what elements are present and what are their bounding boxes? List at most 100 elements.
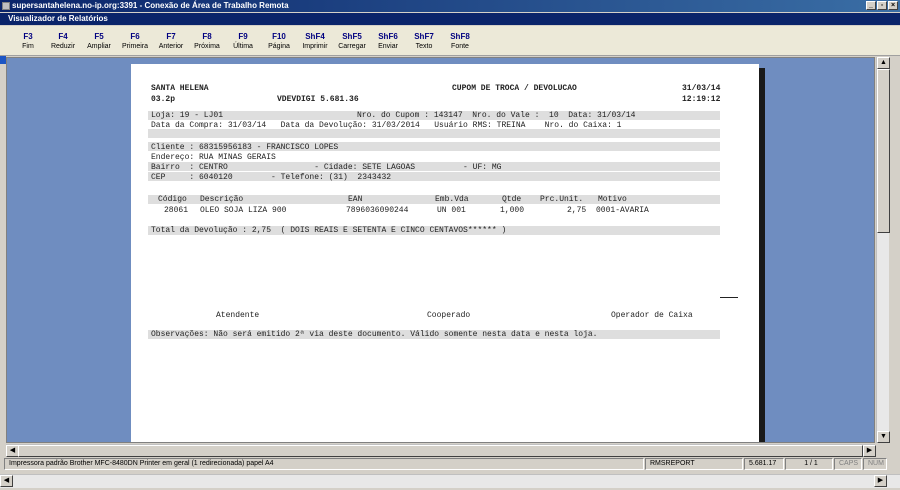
toolbar-label: Carregar xyxy=(338,43,366,50)
scroll-down-arrow-icon[interactable]: ▼ xyxy=(877,431,890,443)
toolbar-key: F7 xyxy=(166,32,176,41)
toolbar-button-imprimir[interactable]: ShF4 Imprimir xyxy=(297,29,333,55)
close-button[interactable]: × xyxy=(888,1,898,10)
report-system: VDEVDIGI 5.681.36 xyxy=(277,95,359,104)
restore-button[interactable]: ▫ xyxy=(877,1,887,10)
items-header-preco: Prc.Unit. xyxy=(540,195,584,204)
items-header-ean: EAN xyxy=(348,195,363,204)
item-qtde: 1,000 xyxy=(500,206,525,215)
vertical-scroll-thumb[interactable] xyxy=(877,69,890,233)
rdp-title-bar: supersantahelena.no-ip.org:3391 - Conexã… xyxy=(0,0,900,12)
items-header-descricao: Descrição xyxy=(200,195,244,204)
status-caps: CAPS xyxy=(834,458,862,470)
outer-horizontal-scrollbar[interactable]: ◀ ▶ xyxy=(0,474,900,488)
rdp-title-text: supersantahelena.no-ip.org:3391 - Conexã… xyxy=(12,1,289,10)
horizontal-scroll-thumb[interactable] xyxy=(18,445,863,457)
item-descricao: OLEO SOJA LIZA 900 xyxy=(200,206,287,215)
toolbar-label: Ampliar xyxy=(87,43,111,50)
status-bar: Impressora padrão Brother MFC-8480DN Pri… xyxy=(0,457,900,471)
total-line: Total da Devolução : 2,75 ( DOIS REAIS E… xyxy=(151,226,507,235)
toolbar-label: Fonte xyxy=(451,43,469,50)
items-header-emb: Emb.Vda xyxy=(435,195,469,204)
signature-line xyxy=(720,297,738,298)
items-header-motivo: Motivo xyxy=(598,195,627,204)
observations-line: Observações: Não será emitido 2ª via des… xyxy=(151,330,598,339)
scroll-up-arrow-icon[interactable]: ▲ xyxy=(877,57,890,69)
toolbar-button-proxima[interactable]: F8 Próxima xyxy=(189,29,225,55)
toolbar-label: Imprimir xyxy=(302,43,328,50)
status-version: 5.681.17 xyxy=(744,458,784,470)
report-page: SANTA HELENA CUPOM DE TROCA / DEVOLUCAO … xyxy=(131,64,759,442)
report-date: 31/03/14 xyxy=(682,84,721,93)
status-num: NUM xyxy=(863,458,887,470)
toolbar-label: Reduzir xyxy=(50,43,76,50)
toolbar-key: ShF5 xyxy=(342,32,362,41)
report-store: SANTA HELENA xyxy=(151,84,209,93)
status-report-name: RMSREPORT xyxy=(645,458,743,470)
item-codigo: 28061 xyxy=(164,206,189,215)
outer-scroll-right-arrow-icon[interactable]: ▶ xyxy=(874,475,887,487)
toolbar-key: ShF7 xyxy=(414,32,434,41)
toolbar: F3 Fim F4 Reduzir F5 Ampliar F6 Primeira F7 A… xyxy=(0,26,900,56)
scroll-right-arrow-icon[interactable]: ▶ xyxy=(863,445,876,457)
toolbar-key: ShF6 xyxy=(378,32,398,41)
rdp-app-icon xyxy=(2,2,10,10)
toolbar-key: F6 xyxy=(130,32,140,41)
item-preco: 2,75 xyxy=(567,206,587,215)
toolbar-label: Próxima xyxy=(194,43,220,50)
toolbar-key: ShF4 xyxy=(305,32,325,41)
toolbar-button-fonte[interactable]: ShF8 Fonte xyxy=(442,29,478,55)
toolbar-label: Fim xyxy=(22,43,34,50)
toolbar-button-anterior[interactable]: F7 Anterior xyxy=(153,29,189,55)
report-time: 12:19:12 xyxy=(682,95,721,104)
signature-cooperado: Cooperado xyxy=(427,311,471,320)
address-line: Endereço: RUA MINAS GERAIS xyxy=(151,153,276,162)
toolbar-key: F9 xyxy=(238,32,248,41)
horizontal-scrollbar[interactable]: ◀ ▶ xyxy=(6,444,876,457)
toolbar-label: Última xyxy=(233,43,253,50)
toolbar-button-fim[interactable]: F3 Fim xyxy=(10,29,46,55)
minimize-button[interactable]: _ xyxy=(866,1,876,10)
items-header-qtde: Qtde xyxy=(502,195,522,204)
toolbar-key: F5 xyxy=(94,32,104,41)
vertical-scrollbar[interactable]: ▲ ▼ xyxy=(876,57,890,443)
line-compra: Data da Compra: 31/03/14 Data da Devoluç… xyxy=(151,121,622,130)
app-title-bar: Visualizador de Relatórios xyxy=(0,13,900,25)
window-controls: _ ▫ × xyxy=(866,1,898,10)
toolbar-button-enviar[interactable]: ShF6 Enviar xyxy=(370,29,406,55)
item-ean: 7896036090244 xyxy=(346,206,409,215)
status-printer: Impressora padrão Brother MFC-8480DN Pri… xyxy=(4,458,644,470)
toolbar-button-reduzir[interactable]: F4 Reduzir xyxy=(45,29,81,55)
district-line: Bairro : CENTRO - Cidade: SETE LAGOAS - … xyxy=(151,163,502,172)
line-cupom: Nro. do Cupom : 143147 Nro. do Vale : 10… xyxy=(357,111,636,120)
signature-operador: Operador de Caixa xyxy=(611,311,693,320)
toolbar-label: Enviar xyxy=(378,43,398,50)
outer-scroll-left-arrow-icon[interactable]: ◀ xyxy=(0,475,13,487)
report-version: 03.2p xyxy=(151,95,176,104)
item-motivo: 0001-AVARIA xyxy=(596,206,649,215)
app-title-text: Visualizador de Relatórios xyxy=(8,14,108,23)
toolbar-button-primeira[interactable]: F6 Primeira xyxy=(117,29,153,55)
toolbar-key: F3 xyxy=(23,32,33,41)
report-viewport[interactable]: SANTA HELENA CUPOM DE TROCA / DEVOLUCAO … xyxy=(6,57,875,443)
item-emb: UN 001 xyxy=(437,206,466,215)
toolbar-button-texto[interactable]: ShF7 Texto xyxy=(406,29,442,55)
toolbar-label: Primeira xyxy=(121,43,149,50)
line-loja: Loja: 19 - LJ01 xyxy=(151,111,224,120)
toolbar-label: Texto xyxy=(415,43,433,50)
status-pages: 1 / 1 xyxy=(785,458,833,470)
zip-phone-line: CEP : 6040120 - Telefone: (31) 2343432 xyxy=(151,173,392,182)
toolbar-label: Anterior xyxy=(158,43,184,50)
toolbar-key: F10 xyxy=(272,32,286,41)
toolbar-key: F8 xyxy=(202,32,212,41)
toolbar-button-ultima[interactable]: F9 Última xyxy=(225,29,261,55)
signature-atendente: Atendente xyxy=(216,311,260,320)
report-title: CUPOM DE TROCA / DEVOLUCAO xyxy=(452,84,577,93)
toolbar-button-carregar[interactable]: ShF5 Carregar xyxy=(334,29,370,55)
toolbar-key: ShF8 xyxy=(450,32,470,41)
toolbar-button-ampliar[interactable]: F5 Ampliar xyxy=(81,29,117,55)
items-header-codigo: Código xyxy=(158,195,187,204)
toolbar-button-pagina[interactable]: F10 Página xyxy=(261,29,297,55)
customer-line: Cliente : 68315956183 - FRANCISCO LOPES xyxy=(151,143,339,152)
remote-desktop-window: supersantahelena.no-ip.org:3391 - Conexã… xyxy=(0,0,900,490)
